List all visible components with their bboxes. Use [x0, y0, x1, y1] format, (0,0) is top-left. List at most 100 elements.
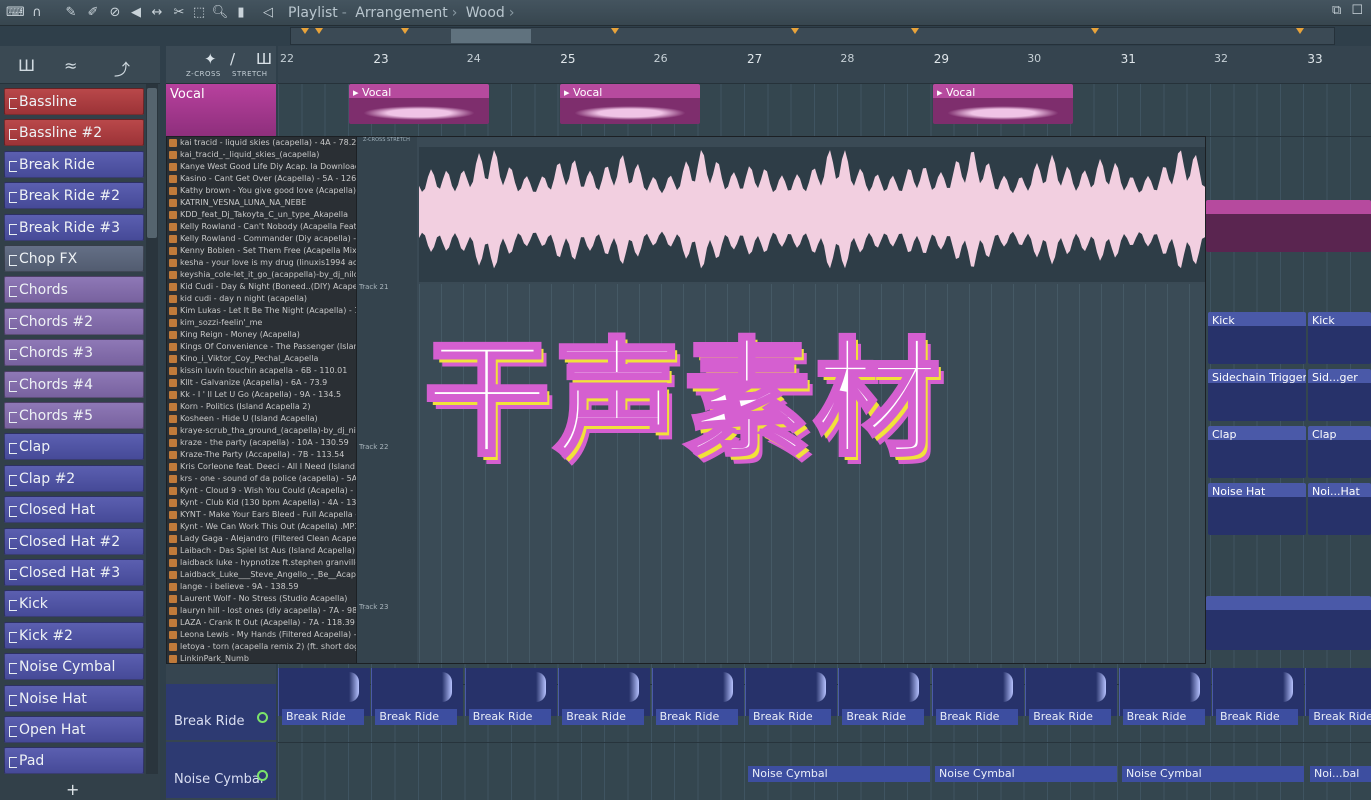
waveform — [947, 106, 1059, 120]
window-controls: ⧉ ☐ — [1322, 3, 1363, 18]
chevron-right-icon: › — [451, 5, 458, 21]
marker-icon — [301, 28, 309, 34]
clip-pattern[interactable] — [1206, 596, 1371, 650]
waveform-icon[interactable]: ≈ — [64, 56, 77, 75]
channel-chords-4[interactable]: Chords #4 — [4, 370, 144, 398]
stretch-toggle[interactable]: STRETCH — [232, 70, 268, 78]
breadcrumb-playlist[interactable]: Playlist — [288, 5, 338, 21]
clip-clap[interactable]: Clap — [1308, 426, 1371, 478]
marker-icon — [1296, 28, 1304, 34]
channel-break-ride-3[interactable]: Break Ride #3 — [4, 213, 144, 241]
waveform-graphic — [419, 150, 1205, 269]
channel-bassline-2[interactable]: Bassline #2 — [4, 119, 144, 147]
clip-label: Clap — [1312, 428, 1337, 441]
pencil-icon[interactable]: ✎ — [62, 4, 80, 22]
restore-icon[interactable]: ⧉ — [1332, 3, 1341, 18]
clip-label: Vocal — [362, 86, 392, 99]
slice-icon[interactable]: ✂ — [170, 4, 188, 22]
piano-icon[interactable]: Ш — [18, 56, 35, 75]
clip-sidechain[interactable]: Sidechain Trigger — [1208, 369, 1306, 421]
channel-chop-fx[interactable]: Chop FX — [4, 245, 144, 272]
select-icon[interactable]: ⬚ — [190, 4, 208, 22]
channel-break-ride[interactable]: Break Ride — [4, 150, 144, 178]
clip-label-break-ride: Break Ride — [655, 709, 738, 725]
clip-noise-cymbal[interactable]: Noise Cymbal — [935, 766, 1117, 782]
channel-pad[interactable]: Pad — [4, 747, 144, 775]
channel-scrollbar[interactable] — [146, 84, 158, 774]
track-header-vocal[interactable]: Vocal — [166, 84, 276, 136]
clip-noise-cymbal[interactable]: Noi...bal — [1310, 766, 1371, 782]
ride-hit — [535, 672, 546, 702]
delete-icon[interactable]: ⊘ — [106, 4, 124, 22]
clip-label: Noi...Hat — [1312, 485, 1360, 498]
crossfade-toggle[interactable]: Z-CROSS — [186, 70, 221, 78]
bar-number: 32 — [1214, 52, 1228, 65]
piano-roll-icon[interactable]: Ш — [256, 50, 272, 68]
paint-icon[interactable]: ✐ — [84, 4, 102, 22]
clip-label-break-ride: Break Ride — [1029, 709, 1112, 725]
track-header-noise-cymbal[interactable]: Noise Cymbal — [166, 742, 276, 798]
bar-number: 22 — [280, 52, 294, 65]
channel-break-ride-2[interactable]: Break Ride #2 — [4, 182, 144, 210]
speaker-icon[interactable]: ◁ — [259, 4, 277, 22]
channel-closed-hat-2[interactable]: Closed Hat #2 — [4, 527, 144, 555]
channel-clap[interactable]: Clap — [4, 433, 144, 461]
link-icon[interactable]: ∕ — [230, 50, 235, 68]
channel-noise-hat[interactable]: Noise Hat — [4, 684, 144, 712]
clip-kick[interactable]: Kick — [1208, 312, 1306, 364]
channel-noise-cymbal[interactable]: Noise Cymbal — [4, 653, 144, 681]
channel-closed-hat[interactable]: Closed Hat — [4, 496, 144, 524]
overview-thumb[interactable] — [451, 29, 531, 43]
channel-chords[interactable]: Chords — [4, 276, 144, 304]
channel-closed-hat-3[interactable]: Closed Hat #3 — [4, 559, 144, 586]
clip-label: Kick — [1312, 314, 1335, 327]
clip-kick[interactable]: Kick — [1308, 312, 1371, 364]
channel-open-hat[interactable]: Open Hat — [4, 716, 144, 743]
clip-sidechain[interactable]: Sid...ger — [1308, 369, 1371, 421]
zoom-icon[interactable]: 🔍︎ — [211, 4, 229, 22]
add-channel-button[interactable]: + — [66, 780, 79, 799]
breadcrumb-pattern[interactable]: Wood — [466, 5, 505, 21]
clip-noise-hat[interactable]: Noise Hat — [1208, 483, 1306, 535]
ride-hit — [1002, 672, 1013, 702]
scrollbar-thumb[interactable] — [147, 88, 157, 238]
song-overview-scrollbar[interactable] — [290, 27, 1335, 45]
magnet-icon[interactable]: ∩ — [28, 4, 46, 22]
maximize-icon[interactable]: ☐ — [1351, 3, 1363, 18]
ride-hit — [1189, 672, 1200, 702]
divider — [278, 742, 1371, 743]
marker-icon — [611, 28, 619, 34]
playback-icon[interactable]: ▮ — [232, 4, 250, 22]
track-name: Vocal — [170, 87, 205, 102]
clip-vocal[interactable]: ▸ Vocal — [349, 84, 489, 124]
vocal-waveform[interactable] — [419, 147, 1205, 282]
track-header-break-ride[interactable]: Break Ride — [166, 684, 276, 740]
clip-label-break-ride: Break Ride — [749, 709, 831, 725]
clip-noise-hat[interactable]: Noi...Hat — [1308, 483, 1371, 535]
channel-chords-5[interactable]: Chords #5 — [4, 402, 144, 429]
breadcrumb-arrangement[interactable]: Arrangement — [355, 5, 447, 21]
automation-icon[interactable]: ⤴ — [114, 56, 130, 80]
mute-icon[interactable]: ◀ — [127, 4, 145, 22]
clip-vocal[interactable]: ▸ Vocal — [933, 84, 1073, 124]
channel-chords-2[interactable]: Chords #2 — [4, 307, 144, 335]
track-enable-led[interactable] — [257, 712, 268, 723]
clip-label-break-ride: Break Ride — [1122, 709, 1205, 725]
clip-clap[interactable]: Clap — [1208, 426, 1306, 478]
channel-bassline[interactable]: Bassline — [4, 88, 144, 115]
snap-icon[interactable]: ✦ — [204, 50, 217, 68]
clip-noise-cymbal[interactable]: Noise Cymbal — [1122, 766, 1304, 782]
channel-kick-2[interactable]: Kick #2 — [4, 621, 144, 649]
timeline-ruler[interactable]: 22 23 24 25 26 27 28 29 30 31 32 33 — [278, 46, 1371, 84]
channel-kick[interactable]: Kick — [4, 590, 144, 618]
channel-chords-3[interactable]: Chords #3 — [4, 339, 144, 367]
channel-clap-2[interactable]: Clap #2 — [4, 464, 144, 492]
track-name: Noise Cymbal — [174, 772, 264, 787]
clip-noise-cymbal[interactable]: Noise Cymbal — [748, 766, 930, 782]
keyboard-icon[interactable]: ⌨ — [6, 4, 25, 22]
track-enable-led[interactable] — [257, 770, 268, 781]
clip-vocal[interactable]: ▸ Vocal — [560, 84, 700, 124]
slip-icon[interactable]: ↔ — [148, 4, 166, 22]
clip-label-break-ride: Break Ride — [375, 709, 458, 725]
clip-vocal-long[interactable] — [1206, 200, 1371, 252]
